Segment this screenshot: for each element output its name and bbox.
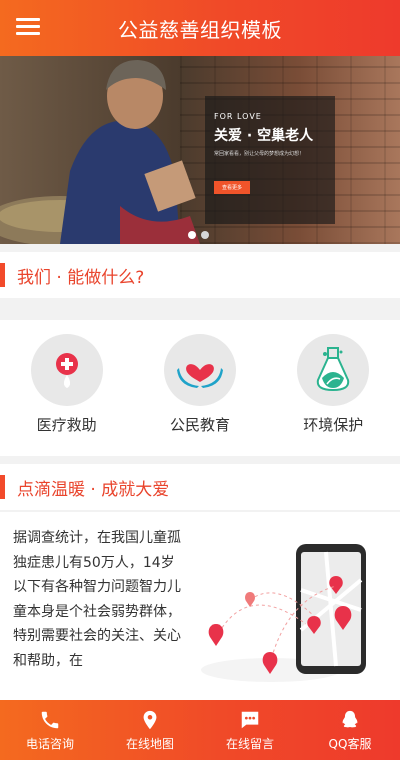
nav-label: 在线留言 (225, 736, 274, 751)
section-accent-bar (0, 475, 5, 499)
service-education[interactable]: 公民教育 (145, 334, 255, 456)
service-environment[interactable]: 环境保护 (278, 334, 388, 456)
nav-map[interactable]: 在线地图 (100, 700, 200, 760)
message-icon (241, 711, 259, 728)
medical-drop-icon (30, 334, 103, 406)
warmth-text: 据调查统计，在我国儿童孤独症患儿有50万人，14岁以下有各种智力问题智力儿童本身… (13, 530, 181, 669)
banner-caption-sub: FOR LOVE (214, 112, 262, 121)
banner-caption-title: 关爱 · 空巢老人 (214, 128, 314, 144)
carousel-dot-1[interactable] (188, 231, 196, 239)
map-pin-icon (143, 710, 157, 729)
warmth-content: 据调查统计，在我国儿童孤独症患儿有50万人，14岁以下有各种智力问题智力儿童本身… (0, 512, 400, 700)
nav-label: 在线地图 (125, 736, 174, 751)
service-label: 环境保护 (303, 416, 364, 434)
banner-caption-box: FOR LOVE 关爱 · 空巢老人 常回家看看，别让父母的梦想成为幻想！ 查看… (205, 96, 335, 224)
phone-icon (41, 711, 59, 728)
elderly-woman-photo (0, 60, 200, 244)
service-label: 公民教育 (169, 416, 230, 434)
services-row: 医疗救助 公民教育 环境保护 (0, 320, 400, 456)
banner-caption-desc: 常回家看看，别让父母的梦想成为幻想！ (214, 151, 305, 157)
section-warmth-header: 点滴温暖 · 成就大爱 (0, 464, 400, 510)
carousel-dot-2[interactable] (201, 231, 209, 239)
service-medical[interactable]: 医疗救助 (12, 334, 122, 456)
leaf-flask-icon (297, 334, 370, 406)
nav-label: QQ客服 (328, 736, 372, 751)
top-header: 公益慈善组织模板 (0, 0, 400, 56)
section-title: 点滴温暖 · 成就大爱 (17, 479, 170, 500)
service-label: 医疗救助 (36, 416, 97, 434)
section-what-we-do-header: 我们 · 能做什么? (0, 252, 400, 298)
hamburger-menu-icon[interactable] (16, 15, 40, 39)
banner-more-button[interactable]: 查看更多 (214, 181, 251, 194)
page-title: 公益慈善组织模板 (118, 17, 282, 42)
section-title: 我们 · 能做什么? (17, 267, 145, 288)
heart-hands-icon (163, 334, 236, 406)
bottom-nav: 电话咨询 在线地图 在线留言 QQ客服 (0, 700, 400, 760)
nav-qq[interactable]: QQ客服 (300, 700, 400, 760)
carousel-dots (188, 231, 209, 239)
nav-message[interactable]: 在线留言 (200, 700, 300, 760)
qq-penguin-icon (342, 710, 358, 727)
nav-label: 电话咨询 (25, 736, 74, 751)
nav-phone[interactable]: 电话咨询 (0, 700, 100, 760)
hero-banner[interactable]: FOR LOVE 关爱 · 空巢老人 常回家看看，别让父母的梦想成为幻想！ 查看… (0, 56, 400, 244)
section-accent-bar (0, 263, 5, 287)
phone-map-illustration (201, 544, 366, 682)
